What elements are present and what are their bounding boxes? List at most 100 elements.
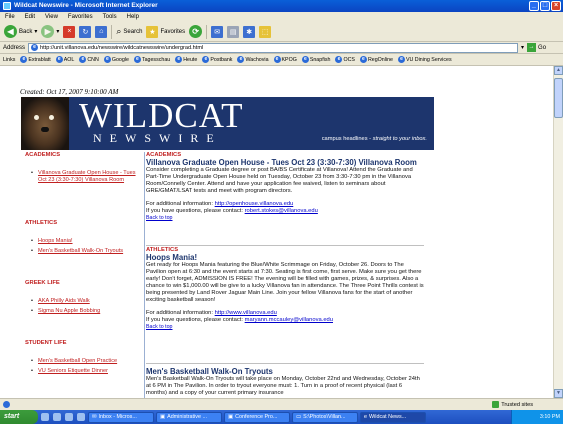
sidebar-link-apple-bobbing[interactable]: • Sigma Nu Apple Bobbing [31,308,140,315]
star-icon: ★ [146,25,159,38]
link-vu-dining[interactable]: e VU Dining Services [397,56,452,63]
folder-icon: ▭ [296,414,302,420]
go-button[interactable]: → Go [527,43,546,52]
maximize-button[interactable]: □ [540,1,550,11]
research-icon[interactable]: ⬚ [259,25,272,38]
link-regonline[interactable]: e RegOnline [359,56,393,63]
link-snapfish[interactable]: e Snapfish [301,56,330,63]
forward-button[interactable]: ▶ ▾ [41,25,59,38]
menu-file[interactable]: File [5,14,15,20]
sidebar-link-walk-on-tryouts[interactable]: • Men's Basketball Walk-On Tryouts [31,248,144,255]
print-icon[interactable]: ▤ [227,25,240,38]
sidebar-link-grad-open-house[interactable]: • Villanova Graduate Open House - Tues Oc… [31,170,140,184]
window-icon: ▣ [160,414,166,420]
scroll-thumb[interactable] [554,78,563,118]
close-button[interactable]: × [551,1,561,11]
address-label: Address [3,44,26,51]
vertical-scrollbar[interactable]: ▲ ▼ [553,66,563,398]
standard-toolbar: ◀ Back ▾ ▶ ▾ × ↻ ⌂ ⌕ Search ★ Favorites … [0,22,563,42]
quicklaunch-desktop-icon[interactable] [53,413,61,421]
sidebar-category-student-life: STUDENT LIFE [25,340,67,346]
article-walk-on-tryouts: Men's Basketball Walk-On Tryouts Men's B… [146,367,424,398]
home-icon[interactable]: ⌂ [95,25,108,38]
address-input[interactable]: e http://unit.villanova.edu/newswire/wil… [28,42,519,53]
toolbar-separator [111,24,113,39]
refresh-icon[interactable]: ↻ [79,25,92,38]
quicklaunch-ie-icon[interactable] [41,413,49,421]
back-arrow-icon: ◀ [4,25,17,38]
go-arrow-icon: → [527,43,537,52]
article-body: Consider completing a Graduate degree or… [146,167,413,194]
ie-page-icon: e [55,56,63,63]
article-title: Hoops Mania! [146,253,198,262]
scroll-up-icon[interactable]: ▲ [554,66,563,75]
ie-page-icon: e [103,56,111,63]
menu-bar: File Edit View Favorites Tools Help [0,12,563,22]
link-google[interactable]: e Google [103,56,129,63]
task-administrative[interactable]: ▣ Administrative ... [156,411,222,423]
sidebar: ACADEMICS • Villanova Graduate Open House… [21,152,145,398]
link-wachovia[interactable]: e Wachovia [237,56,269,63]
article-contact-link[interactable]: robert.stokes@villanova.edu [245,208,318,214]
mail-icon[interactable]: ✉ [211,25,224,38]
menu-tools[interactable]: Tools [103,14,117,20]
ie-icon: e [364,414,367,420]
article-title: Villanova Graduate Open House - Tues Oct… [146,158,417,167]
favorites-button[interactable]: ★ Favorites [146,25,185,38]
article-info-link[interactable]: http://openhouse.villanova.edu [215,201,294,207]
link-cnn[interactable]: e CNN [79,56,99,63]
quicklaunch-outlook-icon[interactable] [65,413,73,421]
link-kpog[interactable]: e KPOG [273,56,297,63]
clock[interactable]: 3:10 PM [540,414,560,420]
link-aol[interactable]: e AOL [55,56,74,63]
task-conference[interactable]: ▣ Conference Pro... [224,411,290,423]
address-dropdown-icon[interactable]: ▾ [521,44,524,51]
back-to-top-link[interactable]: Back to top [146,324,424,330]
menu-help[interactable]: Help [127,14,139,20]
links-bar: Links e Extrablatt e AOL e CNN e Google e Tag… [0,54,563,66]
task-inbox[interactable]: ✉ Inbox - Micros... [88,411,154,423]
link-extrablatt[interactable]: e Extrablatt [20,56,51,63]
menu-edit[interactable]: Edit [25,14,35,20]
title-bar: Wildcat Newswire - Microsoft Internet Ex… [0,0,563,12]
sidebar-link-etiquette-dinner[interactable]: • VU Seniors Etiquette Dinner [31,368,144,375]
back-button[interactable]: ◀ Back ▾ [4,25,37,38]
mascot-eye [34,115,39,120]
menu-view[interactable]: View [45,14,58,20]
page-icon: e [31,44,39,51]
sidebar-link-hoops-mania[interactable]: • Hoops Mania! [31,238,140,245]
ie-page-icon: e [273,56,281,63]
article-contact-line: If you have questions, please contact: m… [146,317,333,323]
article-athletics: ATHLETICS Hoops Mania! Get ready for Hoo… [146,247,424,364]
start-button[interactable]: start [0,410,38,424]
ie-page-icon: e [359,56,367,63]
article-academics: ACADEMICS Villanova Graduate Open House … [146,152,424,246]
article-body: Men's Basketball Walk-On Tryouts will ta… [146,376,420,396]
search-button[interactable]: ⌕ Search [116,26,142,37]
scroll-down-icon[interactable]: ▼ [554,389,563,398]
link-heute[interactable]: e Heute [175,56,197,63]
task-wildcat-newswire[interactable]: e Wildcat News... [360,411,426,423]
history-icon[interactable]: ⟳ [189,25,203,38]
sidebar-link-aids-walk[interactable]: • AKA Philly Aids Walk [31,298,140,305]
task-photos-folder[interactable]: ▭ S:\Photos\Villan... [292,411,358,423]
sidebar-link-open-practice[interactable]: • Men's Basketball Open Practice [31,358,144,365]
link-ocs[interactable]: e OCS [335,56,355,63]
article-info-link[interactable]: http://www.villanova.edu [215,310,277,316]
back-to-top-link[interactable]: Back to top [146,215,424,221]
trusted-shield-icon [492,401,500,408]
created-date: Created: Oct 17, 2007 9:10:00 AM [20,88,119,96]
banner-tagline: campus headlines - straight to your inbo… [321,136,427,142]
minimize-button[interactable]: _ [529,1,539,11]
link-postbank[interactable]: e Postbank [202,56,232,63]
article-contact-link[interactable]: maryann.mccauley@villanova.edu [245,317,333,323]
messenger-icon[interactable]: ✱ [243,25,256,38]
address-bar: Address e http://unit.villanova.edu/news… [0,42,563,54]
stop-icon[interactable]: × [63,25,76,38]
ie-page-icon: e [237,56,245,63]
article-info-line: For additional information: http://openh… [146,201,294,207]
ie-app-icon [3,2,11,10]
menu-favorites[interactable]: Favorites [68,14,93,20]
quicklaunch-media-icon[interactable] [77,413,85,421]
link-tagesschau[interactable]: e Tagesschau [133,56,170,63]
